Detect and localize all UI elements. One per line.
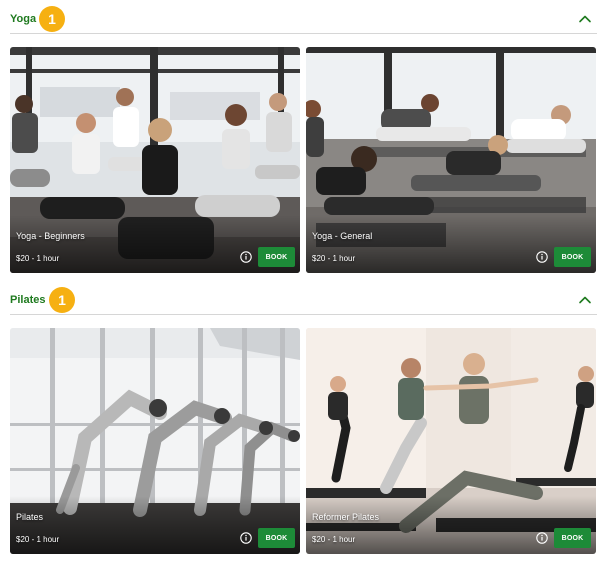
class-card-pilates[interactable]: Pilates $20 - 1 hour BOOK xyxy=(10,328,300,554)
card-overlay xyxy=(10,215,300,273)
section-divider xyxy=(10,33,597,34)
card-overlay xyxy=(10,496,300,554)
class-price: $20 - 1 hour xyxy=(16,535,60,544)
class-card-reformer-pilates[interactable]: Reformer Pilates $20 - 1 hour BOOK xyxy=(306,328,596,554)
section-header-yoga: Yoga 1 xyxy=(10,2,597,36)
section-title: Yoga xyxy=(10,13,37,25)
book-button[interactable]: BOOK xyxy=(258,528,295,548)
info-icon[interactable] xyxy=(240,532,252,544)
class-name: Reformer Pilates xyxy=(312,512,380,522)
class-card-yoga-beginners[interactable]: Yoga - Beginners $20 - 1 hour BOOK xyxy=(10,47,300,273)
class-price: $20 - 1 hour xyxy=(312,535,356,544)
info-icon[interactable] xyxy=(240,251,252,263)
info-icon[interactable] xyxy=(536,532,548,544)
book-button[interactable]: BOOK xyxy=(554,528,591,548)
card-overlay xyxy=(306,215,596,273)
info-icon[interactable] xyxy=(536,251,548,263)
book-button[interactable]: BOOK xyxy=(258,247,295,267)
chevron-up-icon[interactable] xyxy=(577,292,593,308)
count-badge: 1 xyxy=(49,287,75,313)
chevron-up-icon[interactable] xyxy=(577,11,593,27)
section-title: Pilates xyxy=(10,294,46,306)
card-overlay xyxy=(306,496,596,554)
class-name: Yoga - Beginners xyxy=(16,231,85,241)
class-name: Yoga - General xyxy=(312,231,373,241)
section-header-pilates: Pilates 1 xyxy=(10,283,597,317)
section-divider xyxy=(10,314,597,315)
class-card-yoga-general[interactable]: Yoga - General $20 - 1 hour BOOK xyxy=(306,47,596,273)
class-price: $20 - 1 hour xyxy=(16,254,60,263)
class-price: $20 - 1 hour xyxy=(312,254,356,263)
count-badge: 1 xyxy=(39,6,65,32)
book-button[interactable]: BOOK xyxy=(554,247,591,267)
class-name: Pilates xyxy=(16,512,44,522)
